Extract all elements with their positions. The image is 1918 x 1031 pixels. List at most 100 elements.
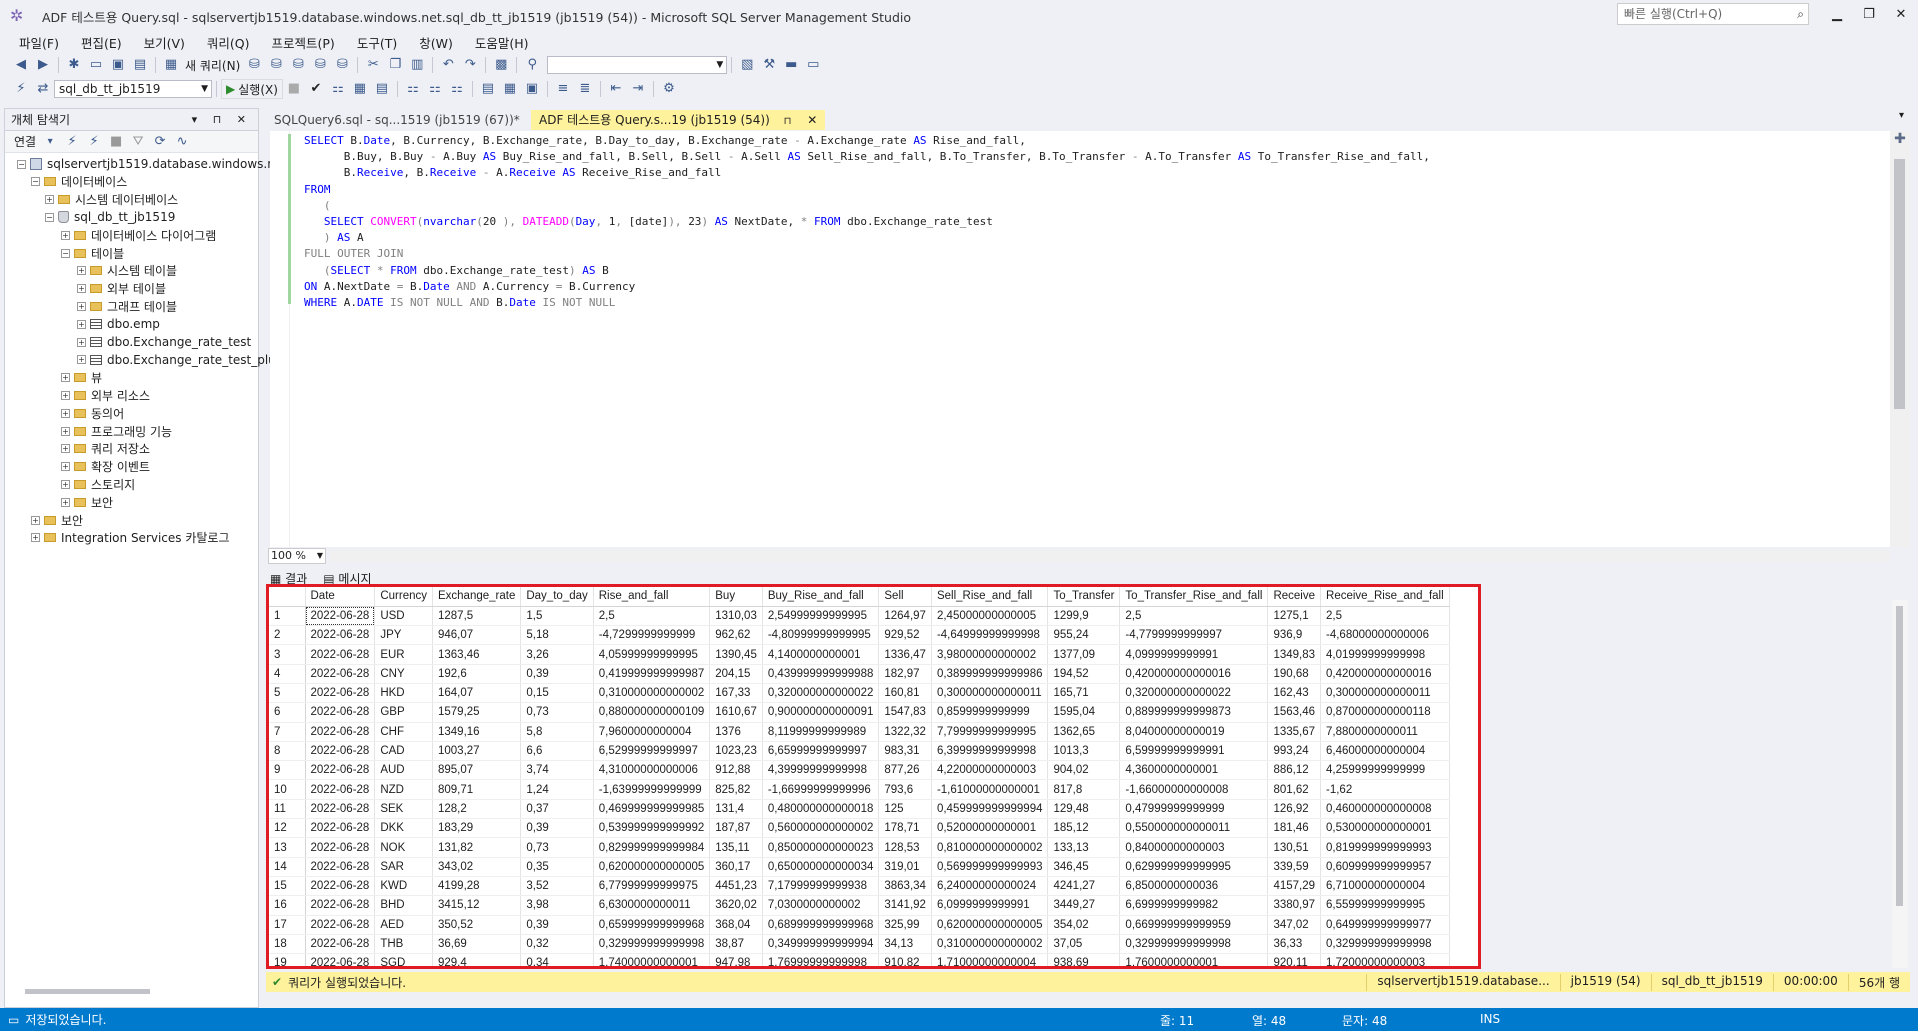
- table-cell[interactable]: 1362,65: [1047, 722, 1121, 742]
- stop-icon[interactable]: ■: [105, 132, 127, 152]
- table-cell[interactable]: 0,37: [520, 799, 594, 820]
- table-row[interactable]: 15 2022-06-28 KWD 4199,28 3,52 6,779999999999…: [269, 876, 1450, 897]
- include-plan-icon[interactable]: ⚏: [402, 79, 424, 99]
- table-cell[interactable]: 2022-06-28: [305, 779, 376, 800]
- table-cell[interactable]: -4,7299999999999: [593, 625, 711, 646]
- analysis-query-icon[interactable]: ⛁: [265, 55, 287, 75]
- table-cell[interactable]: 1595,04: [1047, 702, 1121, 723]
- table-cell[interactable]: 0,52000000000001: [931, 818, 1049, 839]
- table-cell[interactable]: 962,62: [709, 625, 763, 646]
- table-cell[interactable]: 1349,83: [1267, 644, 1322, 665]
- table-cell[interactable]: 190,68: [1267, 664, 1322, 684]
- table-cell[interactable]: 993,24: [1267, 741, 1322, 762]
- table-cell[interactable]: 2022-06-28: [305, 683, 376, 704]
- table-cell[interactable]: 0,84000000000003: [1119, 837, 1269, 858]
- row-number[interactable]: 9: [269, 760, 306, 781]
- table-cell[interactable]: 1547,83: [878, 702, 932, 723]
- table-cell[interactable]: 346,45: [1047, 857, 1121, 877]
- editor-vertical-scrollbar[interactable]: ✚: [1890, 131, 1910, 547]
- column-header[interactable]: Date: [305, 587, 376, 607]
- table-cell[interactable]: 0,389999999999986: [931, 664, 1049, 684]
- table-cell[interactable]: 178,71: [878, 818, 932, 839]
- table-cell[interactable]: 4451,23: [709, 876, 763, 897]
- collapse-icon[interactable]: −: [61, 248, 70, 258]
- table-cell[interactable]: 1299,9: [1047, 606, 1121, 627]
- row-number[interactable]: 2: [269, 625, 306, 646]
- table-cell[interactable]: 130,51: [1267, 837, 1322, 858]
- comment-icon[interactable]: ≡: [552, 79, 574, 99]
- panel-controls[interactable]: ▾ ⊓ ✕: [192, 113, 252, 126]
- menu-project[interactable]: 프로젝트(P): [261, 33, 346, 52]
- table-cell[interactable]: 2,5: [593, 606, 711, 627]
- column-header[interactable]: Exchange_rate: [432, 587, 522, 607]
- paste-icon[interactable]: ▥: [406, 55, 428, 75]
- table-row[interactable]: 14 2022-06-28 SAR 343,02 0,35 0,6200000000000…: [269, 857, 1450, 877]
- table-cell[interactable]: 2022-06-28: [305, 876, 376, 897]
- table-cell[interactable]: 0,669999999999959: [1119, 915, 1269, 935]
- table-cell[interactable]: 0,469999999999985: [593, 799, 711, 820]
- table-cell[interactable]: 2022-06-28: [305, 818, 376, 839]
- column-header[interactable]: [269, 587, 306, 607]
- table-cell[interactable]: 4,0999999999991: [1119, 644, 1269, 665]
- uncomment-icon[interactable]: ≣: [574, 79, 596, 99]
- table-cell[interactable]: 6,6300000000011: [593, 895, 711, 916]
- table-cell[interactable]: 809,71: [432, 779, 522, 800]
- code-line[interactable]: ON A.NextDate = B.Date AND A.Currency = …: [304, 280, 635, 296]
- table-cell[interactable]: 192,6: [432, 664, 522, 684]
- tree-node[interactable]: + Integration Services 카탈로그: [31, 529, 230, 547]
- table-cell[interactable]: 0,39: [520, 915, 594, 935]
- table-cell[interactable]: 5,18: [520, 625, 594, 646]
- menu-window[interactable]: 창(W): [408, 33, 464, 52]
- table-cell[interactable]: 0,889999999999873: [1119, 702, 1269, 723]
- menu-file[interactable]: 파일(F): [8, 33, 70, 52]
- table-cell[interactable]: 1023,23: [709, 741, 763, 762]
- column-header[interactable]: Receive_Rise_and_fall: [1320, 587, 1450, 607]
- table-cell[interactable]: 4,25999999999999: [1320, 760, 1450, 781]
- table-cell[interactable]: 912,88: [709, 760, 763, 781]
- table-cell[interactable]: 6,55999999999995: [1320, 895, 1450, 916]
- code-line[interactable]: (: [304, 199, 331, 215]
- tab-overflow-icon[interactable]: ▾: [1899, 110, 1904, 121]
- table-cell[interactable]: 0,39: [520, 664, 594, 684]
- table-row[interactable]: 4 2022-06-28 CNY 192,6 0,39 0,419999999999987…: [269, 664, 1450, 684]
- table-cell[interactable]: 929,52: [878, 625, 932, 646]
- table-cell[interactable]: 0,35: [520, 857, 594, 877]
- back-icon[interactable]: ◀: [10, 55, 32, 75]
- tree-node[interactable]: + 동의어: [61, 404, 124, 422]
- table-cell[interactable]: 3,98: [520, 895, 594, 916]
- table-cell[interactable]: -4,80999999999995: [762, 625, 880, 646]
- table-cell[interactable]: 0,300000000000011: [931, 683, 1049, 704]
- table-cell[interactable]: AED: [374, 915, 433, 935]
- find-combo[interactable]: ▼: [547, 56, 728, 74]
- tree-node[interactable]: − sql_db_tt_jb1519: [45, 208, 175, 226]
- table-row[interactable]: 13 2022-06-28 NOK 131,82 0,73 0,8299999999999…: [269, 837, 1450, 858]
- scroll-thumb[interactable]: [1896, 606, 1903, 906]
- row-number[interactable]: 18: [269, 934, 306, 955]
- code-line[interactable]: B.Buy, B.Buy - A.Buy AS Buy_Rise_and_fal…: [304, 150, 1430, 166]
- table-cell[interactable]: 1579,25: [432, 702, 522, 723]
- table-cell[interactable]: 1563,46: [1267, 702, 1322, 723]
- table-cell[interactable]: SEK: [374, 799, 433, 820]
- table-cell[interactable]: 0,530000000000001: [1320, 818, 1450, 839]
- table-cell[interactable]: 1322,32: [878, 722, 932, 742]
- dmx-query-icon[interactable]: ⛁: [309, 55, 331, 75]
- table-cell[interactable]: 2,45000000000005: [931, 606, 1049, 627]
- table-cell[interactable]: 36,69: [432, 934, 522, 955]
- table-cell[interactable]: 343,02: [432, 857, 522, 877]
- code-line[interactable]: FROM: [304, 183, 331, 199]
- table-cell[interactable]: 3415,12: [432, 895, 522, 916]
- tab-sqlquery6[interactable]: SQLQuery6.sql - sq...1519 (jb1519 (67))*: [266, 110, 528, 130]
- table-cell[interactable]: 6,71000000000004: [1320, 876, 1450, 897]
- expand-icon[interactable]: +: [61, 390, 70, 400]
- tree-node[interactable]: + dbo.Exchange_rate_test_plus: [77, 351, 282, 369]
- xmla-query-icon[interactable]: ⛁: [331, 55, 353, 75]
- table-cell[interactable]: 0,349999999999994: [762, 934, 880, 955]
- table-cell[interactable]: 3,98000000000002: [931, 644, 1049, 665]
- display-plan-icon[interactable]: ⚏: [327, 79, 349, 99]
- table-cell[interactable]: 1310,03: [709, 606, 763, 627]
- table-cell[interactable]: 2022-06-28: [305, 644, 376, 665]
- table-cell[interactable]: 350,52: [432, 915, 522, 935]
- table-cell[interactable]: NZD: [374, 779, 433, 800]
- table-cell[interactable]: 131,82: [432, 837, 522, 858]
- table-cell[interactable]: 2022-06-28: [305, 722, 376, 742]
